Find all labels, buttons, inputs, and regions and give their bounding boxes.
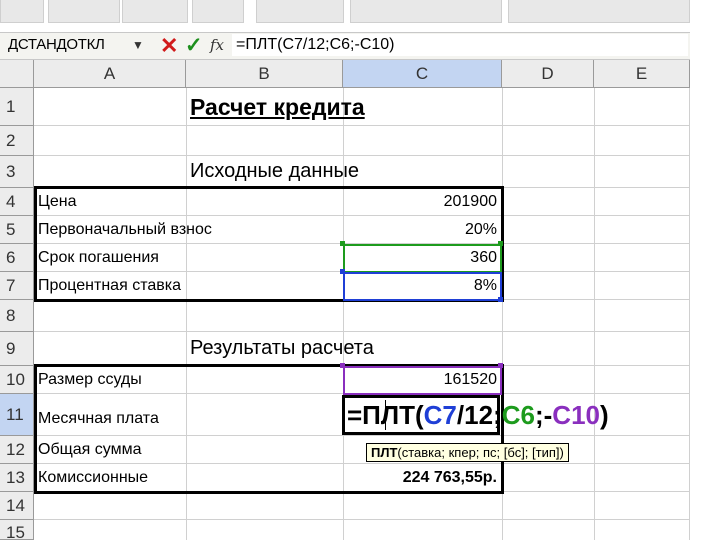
column-header-b[interactable]: B [186, 60, 343, 88]
select-all-corner[interactable] [0, 60, 34, 88]
cell-a11[interactable]: Месячная плата [38, 410, 159, 428]
ref-handle[interactable] [498, 241, 503, 246]
ref-handle[interactable] [340, 241, 345, 246]
gridline [34, 331, 690, 332]
cell-edit-box[interactable]: =ПЛТ(C7/12;C6;-C10) [342, 395, 609, 435]
section-heading-results[interactable]: Результаты расчета [190, 337, 374, 360]
cell-a13[interactable]: Комиссионные [38, 469, 148, 487]
sheet-title[interactable]: Расчет кредита [190, 94, 365, 121]
ref-highlight-c10 [343, 366, 502, 395]
gridline [34, 519, 690, 520]
row-header-9[interactable]: 9 [0, 332, 34, 366]
row-header-7[interactable]: 7 [0, 272, 34, 300]
cancel-icon[interactable]: ✕ [160, 33, 178, 59]
gridline [34, 155, 690, 156]
row-header-14[interactable]: 14 [0, 492, 34, 520]
tooltip-arguments: (ставка; кпер; пс; [бс]; [тип]) [397, 445, 564, 460]
cell-a10[interactable]: Размер ссуды [38, 371, 142, 389]
cell-c13[interactable]: 224 763,55р. [343, 469, 497, 487]
row-header-11[interactable]: 11 [0, 394, 34, 436]
formula-ref-c10: C10 [552, 400, 600, 430]
toolbar-strip [0, 0, 720, 32]
row-header-8[interactable]: 8 [0, 300, 34, 332]
formula-bar: ДСТАНДОТКЛ ▼ ✕ ✓ fx =ПЛТ(C7/12;C6;-C10) [0, 32, 690, 60]
cell-c5[interactable]: 20% [343, 221, 497, 239]
row-header-3[interactable]: 3 [0, 156, 34, 188]
formula-input[interactable]: =ПЛТ(C7/12;C6;-C10) [232, 34, 688, 56]
column-header-d[interactable]: D [502, 60, 594, 88]
function-tooltip[interactable]: ПЛТ(ставка; кпер; пс; [бс]; [тип]) [366, 443, 569, 462]
ref-handle[interactable] [498, 297, 503, 302]
formula-part: ;- [534, 400, 553, 430]
row-header-4[interactable]: 4 [0, 188, 34, 216]
ref-highlight-c7 [343, 272, 502, 301]
tooltip-function-name[interactable]: ПЛТ [371, 445, 397, 460]
formula-ref-c7: C7 [423, 400, 457, 430]
ref-handle[interactable] [340, 363, 345, 368]
column-header-a[interactable]: A [34, 60, 186, 88]
row-header-13[interactable]: 13 [0, 464, 34, 492]
window-edge [690, 32, 720, 540]
row-header-6[interactable]: 6 [0, 244, 34, 272]
ref-handle[interactable] [498, 363, 503, 368]
name-box[interactable]: ДСТАНДОТКЛ [8, 36, 105, 53]
cell-c4[interactable]: 201900 [343, 193, 497, 211]
formula-ref-c6: C6 [501, 400, 535, 430]
row-header-2[interactable]: 2 [0, 126, 34, 156]
formula-part: /12; [456, 400, 502, 430]
cell-a5[interactable]: Первоначальный взнос [38, 221, 212, 239]
row-header-1[interactable]: 1 [0, 88, 34, 126]
gridline [34, 125, 690, 126]
cell-a4[interactable]: Цена [38, 193, 76, 211]
text-cursor [385, 400, 386, 430]
ref-handle[interactable] [340, 269, 345, 274]
insert-function-icon[interactable]: fx [210, 36, 224, 54]
row-header-12[interactable]: 12 [0, 436, 34, 464]
cell-a12[interactable]: Общая сумма [38, 441, 142, 459]
cell-a7[interactable]: Процентная ставка [38, 277, 181, 295]
row-header-5[interactable]: 5 [0, 216, 34, 244]
section-heading-inputs[interactable]: Исходные данные [190, 160, 359, 183]
row-header-15[interactable]: 15 [0, 520, 34, 542]
formula-part: ) [600, 400, 609, 430]
cell-a6[interactable]: Срок погашения [38, 249, 159, 267]
ref-highlight-c6 [343, 244, 502, 273]
chevron-down-icon[interactable]: ▼ [132, 38, 144, 52]
enter-icon[interactable]: ✓ [185, 33, 203, 58]
column-header-c[interactable]: C [343, 60, 502, 88]
column-header-e[interactable]: E [594, 60, 690, 88]
row-header-10[interactable]: 10 [0, 366, 34, 394]
